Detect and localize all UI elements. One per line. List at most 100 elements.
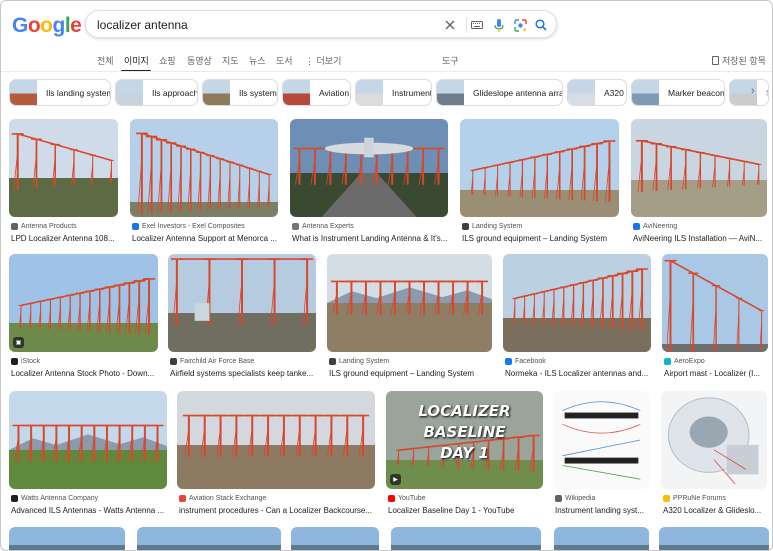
tab-maps[interactable]: 지도 bbox=[222, 54, 239, 67]
source-favicon-icon bbox=[633, 223, 640, 230]
saved-items-link[interactable]: 저장된 항목 bbox=[712, 54, 766, 67]
result-source[interactable]: Fairchild Air Force Base bbox=[170, 358, 254, 365]
result-source[interactable]: YouTube bbox=[388, 495, 426, 502]
result-title[interactable]: AviNeering ILS Installation — AviN... bbox=[633, 234, 769, 243]
result-title[interactable]: Localizer Antenna Stock Photo - Down... bbox=[11, 369, 160, 378]
search-input[interactable] bbox=[97, 16, 427, 34]
result-thumbnail[interactable] bbox=[460, 119, 619, 217]
related-search-chip[interactable]: A320 bbox=[567, 79, 627, 106]
keyboard-icon[interactable] bbox=[469, 17, 485, 33]
overlay-line: LOCALIZER bbox=[418, 402, 511, 420]
result-source[interactable]: Exel Investors - Exel Composites bbox=[132, 223, 245, 230]
result-source[interactable]: iStock bbox=[11, 358, 40, 365]
source-favicon-icon bbox=[505, 358, 512, 365]
result-thumbnail[interactable] bbox=[661, 391, 767, 489]
source-favicon-icon bbox=[132, 223, 139, 230]
tools-button[interactable]: 도구 bbox=[442, 54, 459, 67]
chip-thumbnail bbox=[632, 80, 659, 105]
result-thumbnail[interactable] bbox=[327, 254, 492, 352]
result-source[interactable]: Watts Antenna Company bbox=[11, 495, 98, 502]
bookmark-icon bbox=[712, 56, 719, 65]
lens-icon[interactable] bbox=[512, 17, 528, 33]
result-title[interactable]: Advanced ILS Antennas - Watts Antenna ..… bbox=[11, 506, 169, 515]
result-title[interactable]: Airfield systems specialists keep tanke.… bbox=[170, 369, 318, 378]
result-thumbnail[interactable] bbox=[553, 391, 650, 489]
result-thumbnail[interactable] bbox=[290, 119, 448, 217]
search-icon[interactable] bbox=[533, 17, 549, 33]
chip-thumbnail bbox=[356, 80, 383, 105]
result-thumbnail[interactable] bbox=[9, 391, 167, 489]
result-source[interactable]: PPRuNe Forums bbox=[663, 495, 726, 502]
result-title[interactable]: Instrument landing syst... bbox=[555, 506, 652, 515]
google-logo[interactable]: Google bbox=[12, 14, 82, 38]
tab-videos[interactable]: 동영상 bbox=[187, 54, 212, 67]
result-thumbnail[interactable] bbox=[9, 119, 118, 217]
result-title[interactable]: Localizer Baseline Day 1 - YouTube bbox=[388, 506, 545, 515]
chip-label: Glideslope antenna array bbox=[473, 87, 563, 98]
related-search-chip[interactable]: Aviation bbox=[282, 79, 351, 106]
logo-letter: e bbox=[70, 14, 82, 37]
source-name: Antenna Experts bbox=[302, 223, 354, 230]
image-result-partial[interactable] bbox=[554, 527, 649, 550]
result-title[interactable]: What is Instrument Landing Antenna & It'… bbox=[292, 234, 450, 243]
tab-news[interactable]: 뉴스 bbox=[249, 54, 266, 67]
result-source[interactable]: Antenna Products bbox=[11, 223, 77, 230]
tab-shopping[interactable]: 쇼핑 bbox=[159, 54, 176, 67]
tab-books[interactable]: 도서 bbox=[276, 54, 293, 67]
related-search-chip[interactable]: Marker beacon bbox=[631, 79, 725, 106]
result-title[interactable]: Airport mast - Localizer (I... bbox=[664, 369, 770, 378]
related-search-chip[interactable]: Ils approach bbox=[115, 79, 198, 106]
image-result-partial[interactable] bbox=[9, 527, 125, 550]
related-search-chip[interactable]: Ils system bbox=[202, 79, 278, 106]
result-thumbnail[interactable] bbox=[662, 254, 768, 352]
source-favicon-icon bbox=[179, 495, 186, 502]
result-source[interactable]: Antenna Experts bbox=[292, 223, 354, 230]
result-thumbnail[interactable] bbox=[503, 254, 651, 352]
search-box[interactable] bbox=[85, 10, 557, 38]
logo-letter: o bbox=[27, 14, 41, 37]
result-thumbnail[interactable] bbox=[177, 391, 375, 489]
tab-more[interactable]: ⋮ 더보기 bbox=[305, 54, 341, 67]
source-name: AviNeering bbox=[643, 223, 678, 230]
result-title[interactable]: ILS ground equipment – Landing System bbox=[329, 369, 494, 378]
source-name: Landing System bbox=[339, 358, 390, 365]
result-source[interactable]: Wikipedia bbox=[555, 495, 595, 502]
related-search-chip[interactable]: Ils landing system bbox=[9, 79, 111, 106]
result-source[interactable]: Facebook bbox=[505, 358, 546, 365]
result-title[interactable]: A320 Localizer & Glideslo... bbox=[663, 506, 769, 515]
result-title[interactable]: Localizer Antenna Support at Menorca ... bbox=[132, 234, 280, 243]
result-thumbnail[interactable] bbox=[168, 254, 316, 352]
result-source[interactable]: AeroExpo bbox=[664, 358, 705, 365]
result-thumbnail[interactable]: ▣ bbox=[9, 254, 158, 352]
result-source[interactable]: Aviation Stack Exchange bbox=[179, 495, 266, 502]
result-title[interactable]: instrument procedures - Can a Localizer … bbox=[179, 506, 377, 515]
image-result-partial[interactable] bbox=[391, 527, 541, 550]
result-title[interactable]: LPD Localizer Antenna 108... bbox=[11, 234, 120, 243]
search-divider bbox=[466, 17, 467, 33]
source-favicon-icon bbox=[11, 358, 18, 365]
related-search-chip[interactable]: Ma bbox=[729, 79, 769, 106]
tab-images[interactable]: 이미지 bbox=[124, 54, 149, 67]
chevron-right-icon[interactable]: › bbox=[751, 85, 755, 97]
result-source[interactable]: Landing System bbox=[462, 223, 522, 230]
result-thumbnail[interactable]: LOCALIZER BASELINE DAY 1 ▶ bbox=[386, 391, 543, 489]
related-search-chip[interactable]: Instrument bbox=[355, 79, 432, 106]
chip-thumbnail bbox=[568, 80, 595, 105]
voice-search-icon[interactable] bbox=[491, 17, 507, 33]
result-source[interactable]: AviNeering bbox=[633, 223, 677, 230]
image-result-partial[interactable] bbox=[659, 527, 769, 550]
chip-thumbnail bbox=[437, 80, 464, 105]
tab-all[interactable]: 전체 bbox=[97, 54, 114, 67]
chip-label: Ils landing system bbox=[46, 87, 111, 98]
clear-icon[interactable] bbox=[442, 17, 458, 33]
related-search-chip[interactable]: Glideslope antenna array bbox=[436, 79, 563, 106]
result-thumbnail[interactable] bbox=[631, 119, 767, 217]
result-title[interactable]: Normeka - ILS Localizer antennas and... bbox=[505, 369, 653, 378]
video-play-icon: ▶ bbox=[390, 474, 401, 485]
image-result-partial[interactable] bbox=[137, 527, 281, 550]
result-source[interactable]: Landing System bbox=[329, 358, 389, 365]
result-title[interactable]: ILS ground equipment – Landing System bbox=[462, 234, 621, 243]
image-result-partial[interactable] bbox=[291, 527, 379, 550]
result-thumbnail[interactable] bbox=[130, 119, 278, 217]
header-divider bbox=[1, 71, 772, 72]
